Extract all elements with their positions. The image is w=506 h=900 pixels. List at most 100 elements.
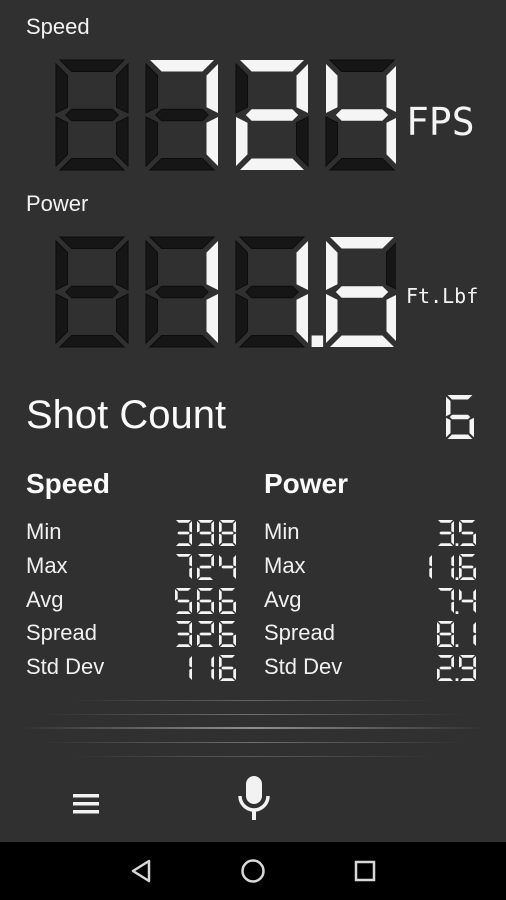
segment-f	[459, 656, 462, 668]
segment-b	[296, 241, 308, 290]
segment-a	[176, 520, 191, 523]
segment-a	[58, 59, 126, 72]
segment-e	[326, 294, 338, 343]
segment-d	[330, 335, 394, 347]
decimal-point	[311, 335, 324, 347]
segment-e	[437, 668, 440, 680]
segment-g	[199, 599, 212, 603]
segment-d	[176, 644, 191, 647]
segment-c	[189, 533, 192, 545]
menu-icon	[73, 794, 99, 814]
segment-a	[198, 621, 213, 624]
decimal-point	[455, 577, 459, 580]
stat-value	[437, 655, 476, 681]
segment-f	[437, 622, 440, 634]
segment-d	[460, 577, 475, 580]
segment-c	[233, 533, 236, 545]
home-circle-icon	[241, 859, 265, 883]
segment-g	[65, 285, 119, 299]
segment-c	[189, 601, 192, 613]
segment-c	[473, 634, 476, 646]
stat-value	[437, 621, 476, 647]
segment-d	[240, 158, 304, 170]
nav-back-button[interactable]	[101, 842, 181, 900]
segment-g	[65, 108, 119, 122]
segment-e	[235, 293, 248, 345]
segment-e	[55, 293, 68, 345]
segment-f	[55, 239, 68, 291]
segment-a	[438, 520, 453, 523]
segment-d	[58, 335, 126, 348]
segment-c	[206, 294, 218, 343]
segment-b	[211, 555, 214, 567]
segment-g	[221, 632, 234, 636]
segment-g	[335, 109, 389, 121]
segment-c	[473, 601, 476, 613]
segment-b	[189, 656, 192, 668]
stat-value	[189, 655, 236, 681]
segment-d	[220, 678, 235, 681]
segment-f	[219, 656, 222, 668]
segment-g	[461, 565, 474, 569]
segment-a	[58, 236, 126, 249]
segment-c	[451, 634, 454, 646]
segment-d	[438, 678, 453, 681]
segment-e	[325, 116, 338, 168]
segment-g	[221, 531, 234, 535]
segment-f	[219, 589, 222, 601]
segment-f	[55, 62, 68, 114]
system-nav-bar	[0, 842, 506, 900]
shot-count-label: Shot Count	[26, 393, 227, 437]
segment-e	[197, 567, 200, 579]
segment-a	[240, 60, 304, 72]
segment-f	[219, 555, 222, 567]
segment-g	[439, 531, 452, 535]
decimal-point	[455, 644, 459, 647]
segment-a	[328, 59, 396, 72]
segment-c	[189, 567, 192, 579]
segment-b	[386, 242, 396, 290]
list-item: Spread	[264, 620, 335, 645]
segment-d	[220, 611, 235, 614]
segment-b	[211, 656, 214, 668]
segment-g	[461, 599, 474, 603]
segment-d	[220, 543, 235, 546]
segment-f	[219, 622, 222, 634]
segment-f	[459, 521, 462, 533]
menu-button[interactable]	[60, 780, 112, 828]
back-triangle-icon	[131, 859, 151, 883]
segment-c	[473, 533, 476, 545]
segment-c	[469, 417, 474, 438]
voice-input-button[interactable]	[226, 770, 282, 828]
segment-c	[451, 533, 454, 545]
segment-g	[439, 666, 452, 670]
segment-f	[326, 241, 338, 290]
stat-value	[429, 554, 476, 580]
segment-b	[189, 555, 192, 567]
nav-recents-button[interactable]	[325, 842, 405, 900]
segment-c	[386, 118, 396, 164]
segment-c	[233, 634, 236, 646]
segment-f	[219, 521, 222, 533]
segment-b	[473, 622, 476, 634]
segment-c	[116, 293, 129, 345]
segment-c	[429, 567, 432, 579]
segment-g	[155, 108, 209, 122]
segment-d	[58, 158, 126, 171]
segment-b	[451, 521, 454, 533]
segment-b	[473, 589, 476, 601]
segment-c	[473, 668, 476, 680]
segment-b	[189, 622, 192, 634]
segment-a	[460, 554, 475, 557]
segment-a	[198, 520, 213, 523]
stat-value	[175, 588, 236, 614]
segment-c	[116, 116, 129, 168]
segment-b	[429, 555, 432, 567]
stat-value	[176, 554, 236, 580]
segment-a	[330, 237, 394, 249]
segment-f	[145, 239, 158, 291]
nav-home-button[interactable]	[213, 842, 293, 900]
segment-c	[296, 116, 309, 168]
list-item: Max	[264, 553, 306, 578]
segment-g	[221, 666, 234, 670]
